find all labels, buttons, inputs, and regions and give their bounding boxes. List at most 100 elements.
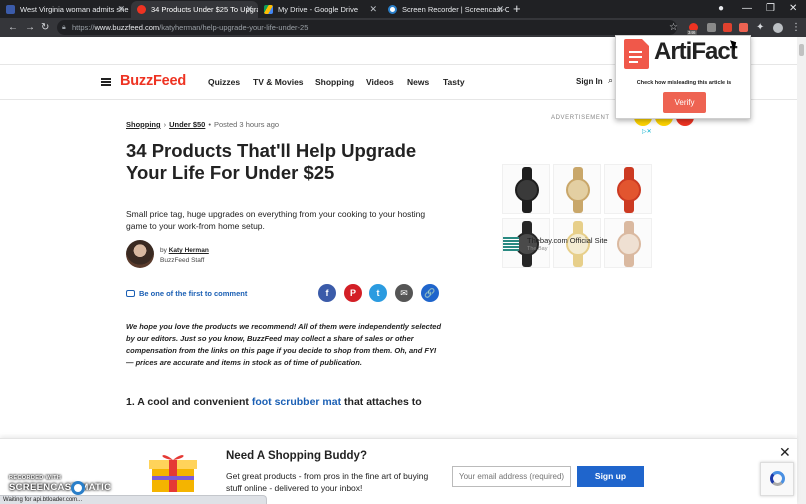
watch-icon — [515, 178, 539, 202]
sign-in-link[interactable]: Sign In — [576, 77, 603, 86]
artifact-extension-icon[interactable] — [739, 23, 748, 32]
nav-videos[interactable]: Videos — [366, 77, 394, 87]
browser-tab-3[interactable]: My Drive - Google Drive ✕ — [258, 1, 382, 18]
ad-product-tile[interactable] — [553, 164, 601, 214]
back-arrow-icon[interactable]: ← — [8, 18, 18, 37]
tab-title: My Drive - Google Drive — [278, 5, 359, 14]
pinterest-share-icon[interactable]: P — [344, 284, 362, 302]
profile-icon[interactable]: ● — [718, 0, 724, 18]
recaptcha-badge[interactable] — [760, 462, 794, 496]
lock-icon: 🔒︎ — [62, 24, 66, 31]
author-role: BuzzFeed Staff — [160, 256, 205, 264]
maximize-icon[interactable]: ❐ — [766, 0, 775, 18]
close-tab-icon[interactable]: ✕ — [369, 1, 377, 18]
hamburger-menu-icon[interactable] — [101, 78, 111, 86]
nav-tv-movies[interactable]: TV & Movies — [253, 77, 304, 87]
search-icon[interactable]: ⌕ — [608, 75, 613, 86]
list-item-heading: 1. A cool and convenient foot scrubber m… — [126, 395, 446, 405]
newsletter-heading: Need A Shopping Buddy? — [226, 450, 367, 462]
screencast-logo-icon — [71, 481, 85, 495]
browser-tab-4[interactable]: Screen Recorder | Screencast-O- ✕ — [382, 1, 509, 18]
url-scheme: https:// — [72, 23, 95, 32]
comment-icon — [126, 290, 135, 297]
browser-tab-2[interactable]: 34 Products Under $25 To Upgra ✕ — [131, 1, 258, 18]
nav-shopping[interactable]: Shopping — [315, 77, 354, 87]
artifact-tagline: Check how misleading this article is — [636, 80, 732, 86]
google-drive-favicon-icon — [264, 5, 273, 14]
artifact-popup: ArtiFact Check how misleading this artic… — [615, 35, 751, 119]
close-tab-icon[interactable]: ✕ — [496, 1, 504, 18]
tab-strip: West Virginia woman admits she ✕ 34 Prod… — [0, 0, 806, 18]
watch-icon — [566, 178, 590, 202]
sign-up-button[interactable]: Sign up — [577, 466, 644, 487]
status-bar: Waiting for api.btloader.com... — [0, 495, 267, 504]
ad-product-tile[interactable] — [502, 164, 550, 214]
breadcrumb-separator: › — [163, 120, 167, 129]
artifact-brand: ArtiFact — [654, 38, 738, 65]
close-tab-icon[interactable]: ✕ — [245, 1, 253, 18]
nav-quizzes[interactable]: Quizzes — [208, 77, 240, 87]
newsletter-text: Get great products - from pros in the fi… — [226, 471, 429, 493]
product-link[interactable]: foot scrubber mat — [252, 396, 341, 405]
twitter-share-icon[interactable]: t — [369, 284, 387, 302]
forward-arrow-icon[interactable]: → — [25, 18, 35, 37]
scrollbar[interactable] — [797, 37, 806, 504]
tab-title: Screen Recorder | Screencast-O- — [402, 5, 509, 14]
url-host: www.buzzfeed.com — [94, 23, 160, 32]
buzzfeed-logo[interactable]: BuzzFeed — [120, 73, 186, 89]
kebab-menu-icon[interactable]: ⋮ — [791, 18, 801, 37]
thebay-logo — [503, 237, 519, 251]
ad-label: ADVERTISEMENT — [551, 115, 610, 121]
ad-product-tile[interactable] — [604, 218, 652, 268]
author-link[interactable]: Katy Herman — [169, 247, 209, 254]
document-icon — [624, 39, 649, 69]
author-avatar[interactable] — [126, 240, 154, 268]
adchoices-icon[interactable]: ▷✕ — [642, 128, 652, 135]
verify-button[interactable]: Verify — [663, 92, 706, 113]
email-share-icon[interactable]: ✉ — [395, 284, 413, 302]
puzzle-extensions-icon[interactable]: ✦ — [756, 18, 764, 37]
breadcrumb-under-50[interactable]: Under $50 — [169, 120, 205, 129]
close-window-icon[interactable]: ✕ — [789, 0, 797, 18]
browser-tab-1[interactable]: West Virginia woman admits she ✕ — [0, 1, 130, 18]
screencast-favicon-icon — [388, 5, 397, 14]
affiliate-disclaimer: We hope you love the products we recomme… — [126, 322, 442, 367]
page-title: 34 Products That'll Help Upgrade Your Li… — [126, 140, 417, 183]
watermark-line-2: SCREENCAST MATIC — [9, 482, 112, 493]
avatar[interactable] — [773, 23, 783, 33]
copy-link-icon[interactable]: 🔗 — [421, 284, 439, 302]
close-icon[interactable]: ✕ — [779, 444, 791, 461]
comment-link[interactable]: Be one of the first to comment — [126, 289, 247, 298]
address-bar[interactable]: 🔒︎ https://www.buzzfeed.com/katyherman/h… — [57, 20, 677, 35]
watch-icon — [617, 178, 641, 202]
byline-prefix: by — [160, 247, 167, 254]
tab-title: 34 Products Under $25 To Upgra — [151, 5, 258, 14]
breadcrumb-shopping[interactable]: Shopping — [126, 120, 161, 129]
nav-news[interactable]: News — [407, 77, 429, 87]
url-path: /katyherman/help-upgrade-your-life-under… — [159, 23, 309, 32]
new-tab-button[interactable]: + — [513, 0, 521, 18]
comment-cta: Be one of the first to comment — [139, 289, 248, 298]
email-field[interactable] — [452, 466, 571, 487]
ad-product-tile[interactable] — [604, 164, 652, 214]
buzzfeed-favicon-icon — [137, 5, 146, 14]
posted-time: Posted 3 hours ago — [214, 120, 280, 129]
tab-title: West Virginia woman admits she — [20, 5, 129, 14]
extension-icon[interactable] — [707, 23, 716, 32]
breadcrumb: Shopping › Under $50 • Posted 3 hours ago — [126, 120, 279, 129]
gift-box-icon — [149, 455, 197, 492]
advertiser-sub: The Bay — [527, 246, 548, 252]
recaptcha-icon — [770, 471, 785, 486]
watch-icon — [617, 232, 641, 256]
facebook-share-icon[interactable]: f — [318, 284, 336, 302]
news-favicon-icon — [6, 5, 15, 14]
item-prefix: 1. A cool and convenient — [126, 396, 249, 405]
minimize-icon[interactable]: — — [742, 0, 752, 18]
close-tab-icon[interactable]: ✕ — [117, 1, 125, 18]
reload-icon[interactable]: ↻ — [41, 18, 49, 37]
extension-icon[interactable] — [723, 23, 732, 32]
byline: by Katy Herman BuzzFeed Staff — [160, 246, 209, 265]
advertiser-name: Thebay.com Official Site — [527, 236, 608, 245]
nav-tasty[interactable]: Tasty — [443, 77, 465, 87]
scrollbar-thumb[interactable] — [799, 44, 804, 56]
